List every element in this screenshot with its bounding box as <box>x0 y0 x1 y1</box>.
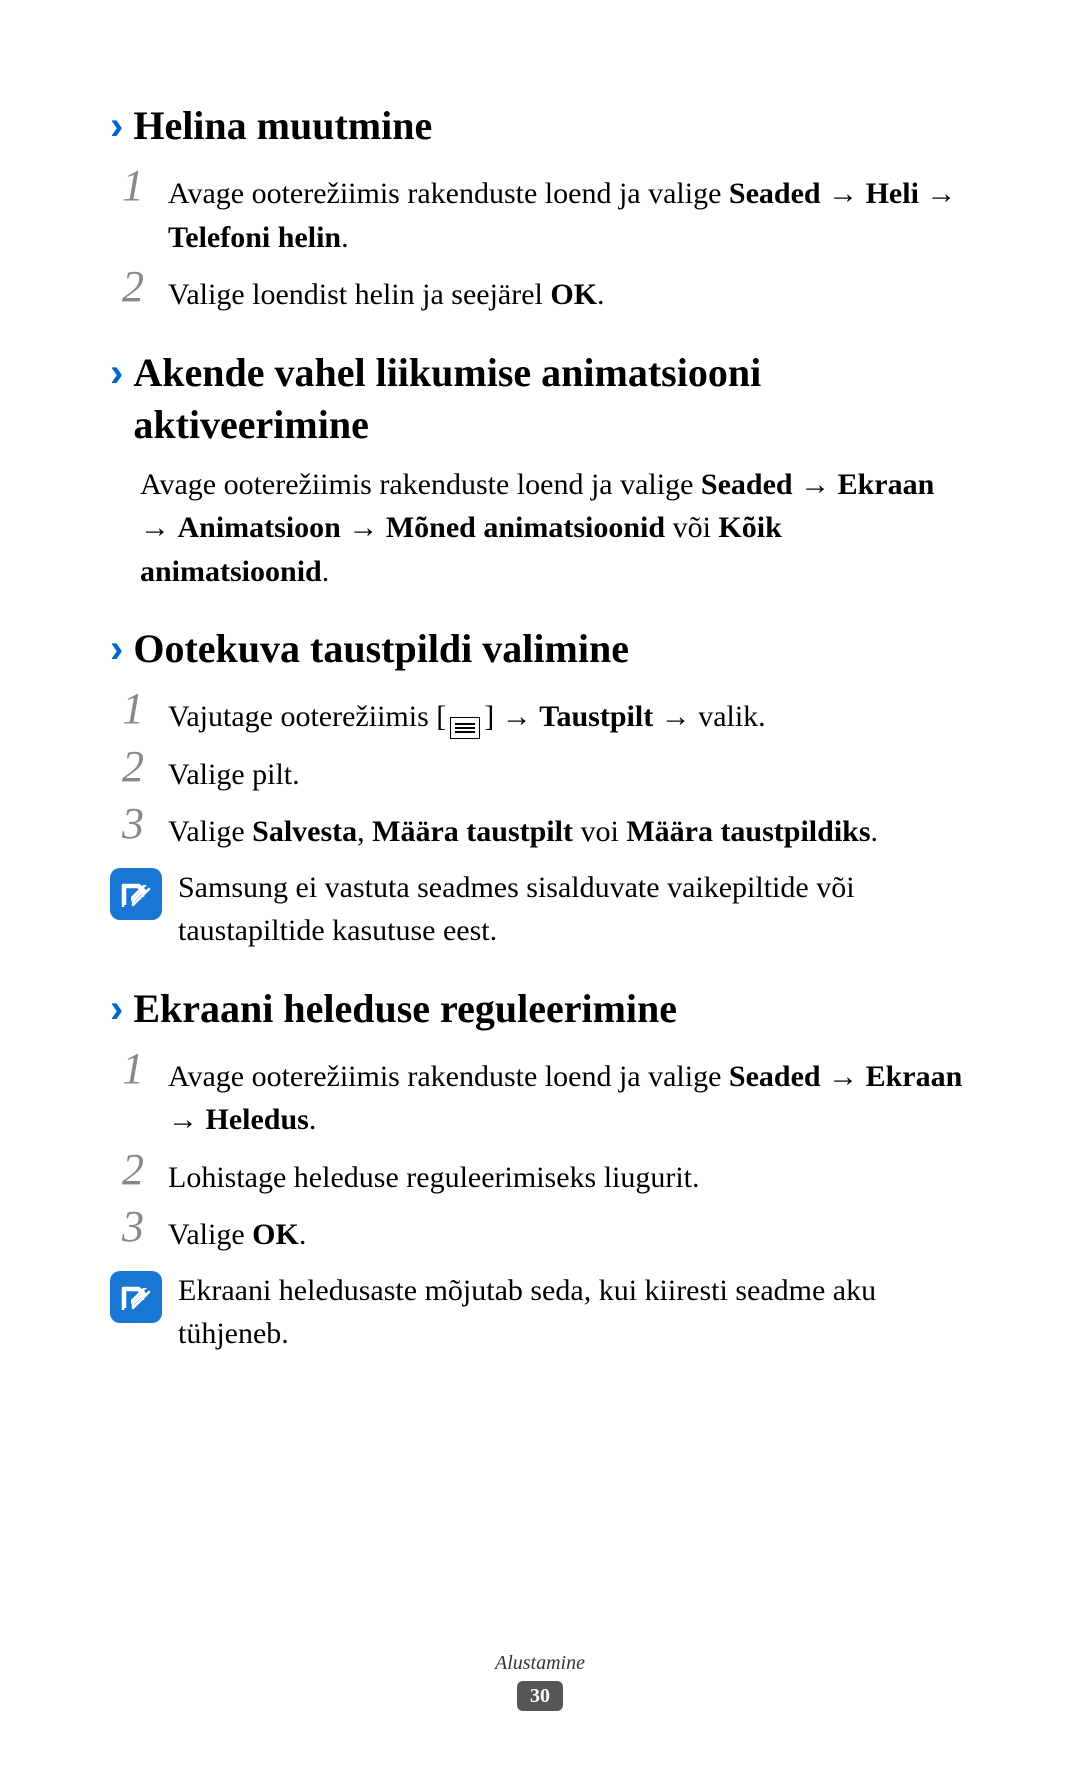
chevron-right-icon: › <box>110 347 123 399</box>
step-number: 2 <box>122 1148 150 1192</box>
note-icon <box>110 868 162 920</box>
step-text: Vajutage ooterežiimis [] → Taustpilt → v… <box>168 687 766 739</box>
step-item: 2 Valige pilt. <box>110 745 970 797</box>
section-heading: ›Ekraani heleduse reguleerimine <box>110 983 970 1035</box>
step-number: 1 <box>122 164 150 208</box>
step-number: 3 <box>122 1205 150 1249</box>
step-number: 1 <box>122 687 150 731</box>
step-number: 3 <box>122 802 150 846</box>
step-item: 2 Valige loendist helin ja seejärel OK. <box>110 265 970 317</box>
step-item: 1 Avage ooterežiimis rakenduste loend ja … <box>110 164 970 259</box>
step-text: Avage ooterežiimis rakenduste loend ja v… <box>168 1047 970 1142</box>
section-heading: ›Akende vahel liikumise animatsiooni akt… <box>110 347 970 451</box>
step-number: 1 <box>122 1047 150 1091</box>
step-number: 2 <box>122 265 150 309</box>
chevron-right-icon: › <box>110 983 123 1035</box>
note-block: Samsung ei vastuta seadmes sisalduvate v… <box>110 864 970 953</box>
step-text: Lohistage heleduse reguleerimiseks liugu… <box>168 1148 700 1200</box>
chevron-right-icon: › <box>110 623 123 675</box>
heading-text: Ekraani heleduse reguleerimine <box>133 983 677 1035</box>
note-text: Ekraani heledusaste mõjutab seda, kui ki… <box>178 1267 970 1356</box>
section-heading: ›Helina muutmine <box>110 100 970 152</box>
heading-text: Ootekuva taustpildi valimine <box>133 623 629 675</box>
step-text: Valige pilt. <box>168 745 300 797</box>
step-text: Valige loendist helin ja seejärel OK. <box>168 265 605 317</box>
step-item: 1 Avage ooterežiimis rakenduste loend ja … <box>110 1047 970 1142</box>
heading-text: Helina muutmine <box>133 100 432 152</box>
step-item: 2 Lohistage heleduse reguleerimiseks liug… <box>110 1148 970 1200</box>
page-footer: Alustamine 30 <box>0 1652 1080 1711</box>
body-paragraph: Avage ooterežiimis rakenduste loend ja v… <box>110 463 970 594</box>
step-item: 1 Vajutage ooterežiimis [] → Taustpilt → … <box>110 687 970 739</box>
note-text: Samsung ei vastuta seadmes sisalduvate v… <box>178 864 970 953</box>
footer-section-label: Alustamine <box>0 1652 1080 1675</box>
step-text: Valige Salvesta, Määra taustpilt voi Mää… <box>168 802 878 854</box>
menu-icon <box>450 708 480 730</box>
section-heading: ›Ootekuva taustpildi valimine <box>110 623 970 675</box>
note-block: Ekraani heledusaste mõjutab seda, kui ki… <box>110 1267 970 1356</box>
heading-text: Akende vahel liikumise animatsiooni akti… <box>133 347 970 451</box>
step-number: 2 <box>122 745 150 789</box>
page-number-badge: 30 <box>517 1681 563 1711</box>
step-text: Valige OK. <box>168 1205 306 1257</box>
step-item: 3 Valige OK. <box>110 1205 970 1257</box>
document-content: ›Helina muutmine1Avage ooterežiimis rake… <box>110 100 970 1356</box>
step-text: Avage ooterežiimis rakenduste loend ja v… <box>168 164 970 259</box>
chevron-right-icon: › <box>110 100 123 152</box>
note-icon <box>110 1271 162 1323</box>
step-item: 3 Valige Salvesta, Määra taustpilt voi Mä… <box>110 802 970 854</box>
